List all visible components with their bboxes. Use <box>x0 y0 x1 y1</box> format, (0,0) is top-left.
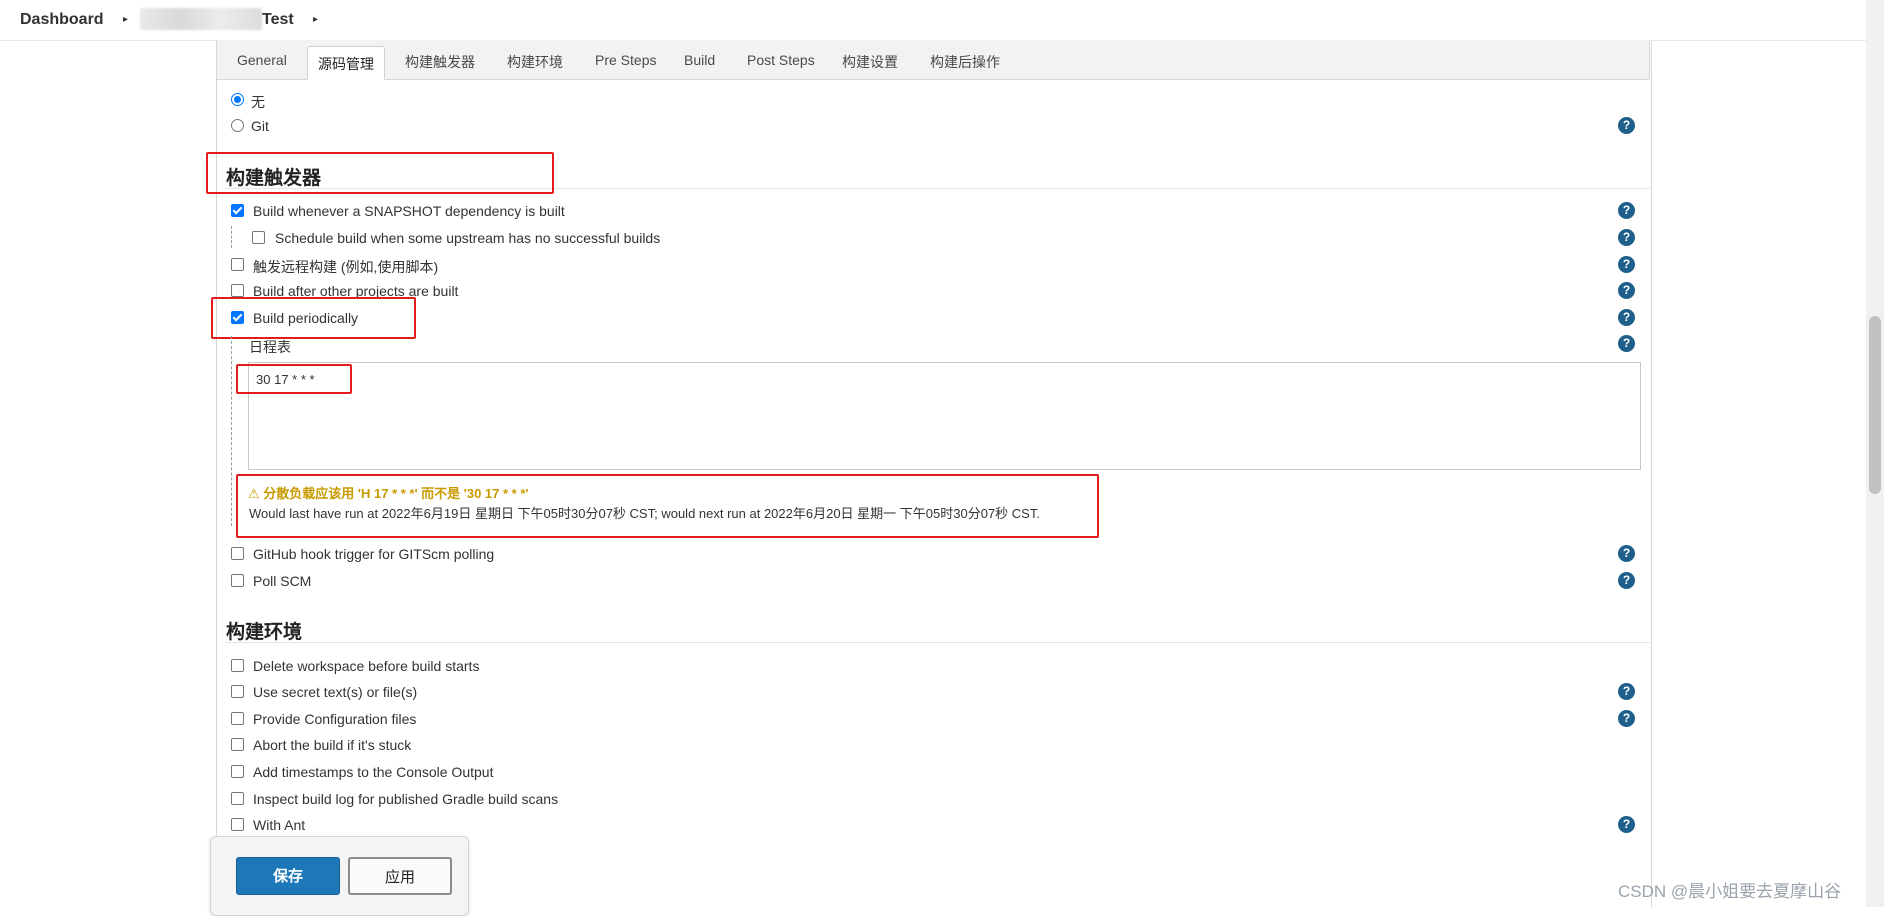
env-config-files-label: Provide Configuration files <box>253 711 417 727</box>
tab-triggers[interactable]: 构建触发器 <box>405 52 475 72</box>
breadcrumb: Dashboard ▸ Test ▸ <box>0 0 1884 41</box>
poll-scm-label: Poll SCM <box>253 573 312 589</box>
watermark: CSDN @晨小姐要去夏摩山谷 <box>1618 882 1842 901</box>
env-secret-label: Use secret text(s) or file(s) <box>253 684 418 700</box>
poll-scm-checkbox[interactable] <box>231 574 244 587</box>
nested-guide <box>231 226 232 248</box>
tab-post-build[interactable]: 构建后操作 <box>930 52 1000 72</box>
snapshot-checkbox[interactable] <box>231 204 244 217</box>
breadcrumb-dashboard[interactable]: Dashboard <box>20 11 104 29</box>
config-tabs: General 源码管理 构建触发器 构建环境 Pre Steps Build … <box>216 40 1650 80</box>
after-other-checkbox[interactable] <box>231 284 244 297</box>
help-icon[interactable]: ? <box>1618 683 1635 700</box>
env-secret-checkbox[interactable] <box>231 685 244 698</box>
help-icon[interactable]: ? <box>1618 545 1635 562</box>
scm-none-radio[interactable] <box>231 93 244 106</box>
scm-none-label: 无 <box>251 94 265 110</box>
scm-git-radio[interactable] <box>231 119 244 132</box>
help-icon[interactable]: ? <box>1618 309 1635 326</box>
help-icon[interactable]: ? <box>1618 572 1635 589</box>
schedule-label: 日程表 <box>249 339 291 355</box>
env-gradle-scans-label: Inspect build log for published Gradle b… <box>253 791 559 807</box>
env-abort-stuck-checkbox[interactable] <box>231 738 244 751</box>
help-icon[interactable]: ? <box>1618 710 1635 727</box>
highlight-box <box>211 297 416 339</box>
help-icon[interactable]: ? <box>1618 256 1635 273</box>
chevron-right-icon[interactable]: ▸ <box>123 14 128 25</box>
env-timestamps-label: Add timestamps to the Console Output <box>253 764 494 780</box>
highlight-box <box>236 364 352 394</box>
help-icon[interactable]: ? <box>1618 335 1635 352</box>
env-abort-stuck-label: Abort the build if it's stuck <box>253 737 412 753</box>
env-gradle-scans-checkbox[interactable] <box>231 792 244 805</box>
remote-trigger-checkbox[interactable] <box>231 258 244 271</box>
save-button[interactable]: 保存 <box>236 857 340 895</box>
scm-git-label: Git <box>251 118 269 134</box>
help-icon[interactable]: ? <box>1618 229 1635 246</box>
tab-post-steps[interactable]: Post Steps <box>747 52 815 68</box>
section-divider <box>225 642 1650 643</box>
tab-pre-steps[interactable]: Pre Steps <box>595 52 656 68</box>
redacted-job-name <box>140 8 262 30</box>
env-delete-workspace-label: Delete workspace before build starts <box>253 658 480 674</box>
env-timestamps-checkbox[interactable] <box>231 765 244 778</box>
highlight-box <box>236 474 1099 538</box>
github-hook-label: GitHub hook trigger for GITScm polling <box>253 546 495 562</box>
env-config-files-checkbox[interactable] <box>231 712 244 725</box>
tab-general[interactable]: General <box>237 52 287 68</box>
upstream-checkbox[interactable] <box>252 231 265 244</box>
tab-scm[interactable]: 源码管理 <box>307 46 385 80</box>
chevron-right-icon[interactable]: ▸ <box>313 14 318 25</box>
breadcrumb-job[interactable]: Test <box>262 11 294 29</box>
env-with-ant-checkbox[interactable] <box>231 818 244 831</box>
schedule-textarea[interactable]: 30 17 * * * <box>248 362 1641 470</box>
snapshot-label: Build whenever a SNAPSHOT dependency is … <box>253 203 565 219</box>
highlight-box <box>206 152 554 194</box>
help-icon[interactable]: ? <box>1618 282 1635 299</box>
help-icon[interactable]: ? <box>1618 816 1635 833</box>
tab-environment[interactable]: 构建环境 <box>507 52 563 72</box>
help-icon[interactable]: ? <box>1618 117 1635 134</box>
scrollbar-thumb[interactable] <box>1869 316 1881 494</box>
github-hook-checkbox[interactable] <box>231 547 244 560</box>
tab-build[interactable]: Build <box>684 52 715 68</box>
env-with-ant-label: With Ant <box>253 817 306 833</box>
remote-trigger-label: 触发远程构建 (例如,使用脚本) <box>253 259 439 275</box>
section-title-environment: 构建环境 <box>226 622 303 643</box>
apply-button[interactable]: 应用 <box>348 857 452 895</box>
tab-build-settings[interactable]: 构建设置 <box>842 52 898 72</box>
nested-guide <box>231 336 232 526</box>
env-delete-workspace-checkbox[interactable] <box>231 659 244 672</box>
help-icon[interactable]: ? <box>1618 202 1635 219</box>
upstream-label: Schedule build when some upstream has no… <box>275 230 661 246</box>
